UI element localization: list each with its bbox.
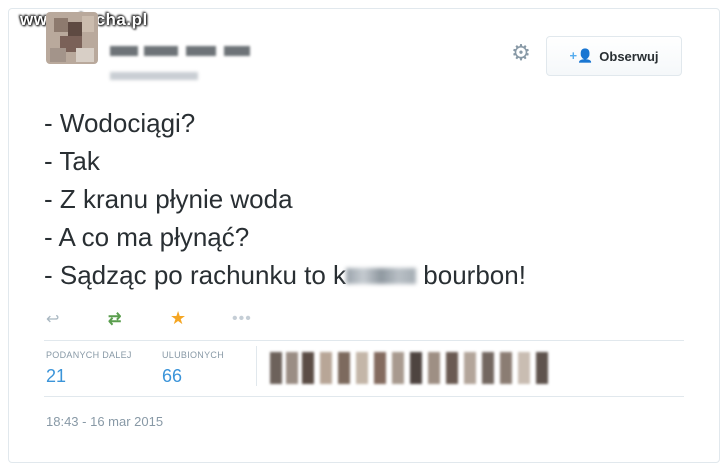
author-handle-redacted[interactable]	[110, 72, 198, 80]
censored-word	[346, 268, 417, 285]
reply-icon[interactable]: ↩	[46, 309, 108, 329]
tweet-actions: ↩ ⇄ ★ •••	[46, 308, 294, 329]
tweet-line: - Tak	[44, 146, 100, 176]
tweet-line: - Wodociągi?	[44, 108, 196, 138]
add-user-icon: +👤	[569, 48, 594, 63]
gear-icon[interactable]: ⚙	[508, 40, 534, 66]
retweets-stat[interactable]: PODANYCH DALEJ 21	[46, 350, 132, 387]
retweet-icon[interactable]: ⇄	[108, 309, 170, 329]
favorites-label: ULUBIONYCH	[162, 350, 225, 360]
divider	[44, 396, 684, 397]
more-icon[interactable]: •••	[232, 310, 294, 328]
tweet-line-last: - Sądząc po rachunku to k bourbon!	[44, 256, 526, 294]
stats-separator	[256, 346, 257, 386]
divider	[44, 340, 684, 341]
tweet-line: - Z kranu płynie woda	[44, 184, 293, 214]
follow-button-label: Obserwuj	[599, 48, 659, 64]
star-icon[interactable]: ★	[170, 308, 232, 329]
favorites-count: 66	[162, 366, 183, 386]
follow-button[interactable]: +👤 Obserwuj	[546, 36, 682, 76]
tweet-line-suffix: bourbon!	[416, 260, 526, 290]
avatar[interactable]	[46, 12, 98, 64]
tweet-line-prefix: - Sądząc po rachunku to k	[44, 260, 347, 290]
retweets-label: PODANYCH DALEJ	[46, 350, 132, 360]
tweet-line: - A co ma płynąć?	[44, 222, 250, 252]
favorites-stat[interactable]: ULUBIONYCH 66	[162, 350, 224, 387]
tweet-timestamp[interactable]: 18:43 - 16 mar 2015	[46, 414, 163, 429]
retweets-count: 21	[46, 366, 67, 386]
tweet-text: - Wodociągi? - Tak - Z kranu płynie woda…	[44, 104, 526, 294]
